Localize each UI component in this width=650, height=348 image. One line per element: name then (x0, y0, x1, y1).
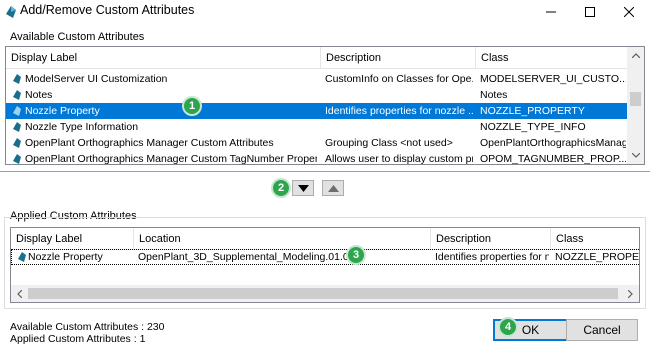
list-item[interactable]: Nozzle Type Information NOZZLE_TYPE_INFO (6, 119, 628, 135)
chevron-right-icon (628, 289, 633, 298)
attribute-icon (13, 90, 21, 100)
chevron-down-icon (631, 153, 640, 158)
available-group-label: Available Custom Attributes (10, 31, 145, 43)
list-item[interactable]: ModelServer UI Customization CustomInfo … (6, 71, 628, 87)
chevron-up-icon (631, 53, 640, 58)
maximize-icon (585, 7, 595, 17)
scroll-thumb[interactable] (630, 92, 641, 106)
scroll-thumb[interactable] (28, 288, 618, 299)
attribute-icon (13, 154, 21, 164)
callout-badge-1: 1 (182, 96, 202, 116)
scroll-up-button[interactable] (627, 47, 644, 64)
applied-horizontal-scrollbar[interactable] (11, 285, 639, 302)
available-vertical-scrollbar[interactable] (627, 47, 644, 164)
scroll-down-button[interactable] (627, 147, 644, 164)
move-down-button[interactable] (292, 180, 314, 196)
attribute-icon (13, 74, 21, 84)
scroll-right-button[interactable] (622, 285, 639, 302)
maximize-button[interactable] (569, 0, 611, 24)
applied-list[interactable]: Display Label Location Description Class… (10, 227, 640, 303)
column-display-label[interactable]: Display Label (6, 47, 321, 69)
chevron-left-icon (17, 289, 22, 298)
minimize-button[interactable] (530, 0, 572, 24)
attribute-icon (13, 138, 21, 148)
column-description[interactable]: Description (431, 228, 551, 250)
available-count-label: Available Custom Attributes : 230 (10, 321, 165, 333)
column-class[interactable]: Class (476, 47, 628, 69)
title-bar: Add/Remove Custom Attributes (0, 0, 650, 24)
arrow-down-icon (298, 185, 309, 192)
list-item[interactable]: OpenPlant Orthographics Manager Custom T… (6, 151, 628, 164)
applied-list-header: Display Label Location Description Class (11, 228, 639, 250)
callout-badge-3: 3 (346, 245, 366, 265)
cancel-button[interactable]: Cancel (566, 319, 638, 341)
list-item[interactable]: Nozzle Property OpenPlant_3D_Supplementa… (11, 249, 639, 265)
column-description[interactable]: Description (321, 47, 476, 69)
move-up-button[interactable] (322, 180, 344, 196)
column-display-label[interactable]: Display Label (11, 228, 134, 250)
list-item[interactable]: Notes Notes (6, 87, 628, 103)
available-list-header: Display Label Description Class (6, 47, 644, 69)
column-location[interactable]: Location (134, 228, 431, 250)
callout-badge-2: 2 (271, 178, 291, 198)
app-icon (6, 6, 16, 18)
arrow-up-icon (328, 185, 339, 192)
column-class[interactable]: Class (551, 228, 639, 250)
available-list[interactable]: Display Label Description Class ModelSer… (5, 46, 645, 165)
close-icon (624, 7, 634, 17)
list-item-selected[interactable]: Nozzle Property Identifies properties fo… (6, 103, 628, 119)
applied-count-label: Applied Custom Attributes : 1 (10, 333, 146, 345)
minimize-icon (546, 11, 556, 13)
close-button[interactable] (608, 0, 650, 24)
window-title: Add/Remove Custom Attributes (20, 3, 195, 17)
attribute-icon (18, 252, 26, 262)
attribute-icon (13, 106, 21, 116)
list-item[interactable]: OpenPlant Orthographics Manager Custom A… (6, 135, 628, 151)
scroll-left-button[interactable] (11, 285, 28, 302)
callout-badge-4: 4 (498, 317, 518, 337)
section-divider (0, 171, 650, 172)
attribute-icon (13, 122, 21, 132)
